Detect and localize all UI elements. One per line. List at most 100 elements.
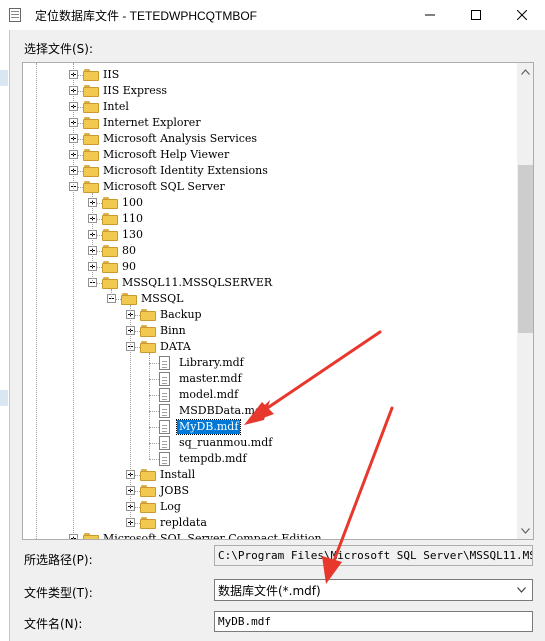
file-icon [159,436,170,450]
folder-icon [140,516,156,529]
tree-folder-item[interactable]: Microsoft Help Viewer [23,147,517,163]
tree-folder-item[interactable]: Microsoft SQL Server [23,179,517,195]
tree-item-label: MSSQL [141,292,184,305]
tree-item-label: Microsoft SQL Server Compact Edition [103,532,322,539]
file-tree[interactable]: IIS IIS Express Intel Internet Explorer Micr… [23,63,517,539]
close-button[interactable] [499,0,545,30]
dropdown-button[interactable] [513,580,530,600]
tree-connector [149,459,159,460]
tree-item-label: MSSQL11.MSSQLSERVER [122,276,273,289]
file-tree-panel[interactable]: IIS IIS Express Intel Internet Explorer Micr… [22,62,534,540]
tree-connector [149,443,159,444]
maximize-button[interactable] [453,0,499,30]
tree-folder-item[interactable]: Intel [23,99,517,115]
tree-file-item[interactable]: master.mdf [23,371,517,387]
minimize-button[interactable] [407,0,453,30]
tree-folder-item[interactable]: JOBS [23,483,517,499]
tree-item-label: Log [160,500,181,513]
selected-path-label: 所选路径(P): [24,553,93,567]
tree-folder-item[interactable]: Install [23,467,517,483]
tree-item-label: Microsoft Help Viewer [103,148,230,161]
tree-item-label: Internet Explorer [103,116,201,129]
file-icon [159,420,170,434]
minimize-icon [425,14,435,16]
file-type-label: 文件类型(T): [24,586,93,600]
tree-file-item[interactable]: Library.mdf [23,355,517,371]
tree-item-label: IIS [103,68,120,81]
tree-folder-item[interactable]: 130 [23,227,517,243]
tree-connector [73,63,74,539]
tree-item-label: Install [160,468,196,481]
file-icon [159,372,170,386]
folder-icon [140,324,156,337]
tree-folder-item[interactable]: Log [23,499,517,515]
selected-path-field[interactable]: C:\Program Files\Microsoft SQL Server\MS… [214,545,533,566]
tree-folder-item[interactable]: repldata [23,515,517,531]
tree-folder-item[interactable]: Internet Explorer [23,115,517,131]
tree-file-item[interactable]: sq_ruanmou.mdf [23,435,517,451]
tree-folder-item[interactable]: IIS [23,67,517,83]
window-title: 定位数据库文件 - TETEDWPHCQTMBOF [35,9,257,23]
scroll-up-button[interactable] [517,63,533,80]
tree-file-item[interactable]: model.mdf [23,387,517,403]
tree-connector [149,395,159,396]
tree-folder-item[interactable]: 90 [23,259,517,275]
title-bar[interactable]: 定位数据库文件 - TETEDWPHCQTMBOF [0,0,545,30]
folder-icon [102,228,118,241]
file-type-select[interactable]: 数据库文件(*.mdf) [214,579,533,601]
tree-folder-item[interactable]: 80 [23,243,517,259]
file-type-value: 数据库文件(*.mdf) [218,584,321,598]
folder-icon [140,308,156,321]
tree-connector [149,379,159,380]
tree-item-label: model.mdf [179,388,239,401]
tree-folder-item[interactable]: Microsoft Analysis Services [23,131,517,147]
tree-folder-item[interactable]: Binn [23,323,517,339]
tree-folder-item[interactable]: MSSQL [23,291,517,307]
tree-folder-item[interactable]: IIS Express [23,83,517,99]
tree-item-label: 110 [122,212,143,225]
tree-connector [149,427,159,428]
tree-folder-item[interactable]: Microsoft SQL Server Compact Edition [23,531,517,539]
tree-item-label: IIS Express [103,84,168,97]
folder-icon [83,84,99,97]
folder-icon [140,340,156,353]
vertical-scrollbar[interactable] [517,63,533,539]
folder-icon [102,212,118,225]
tree-folder-item[interactable]: 110 [23,211,517,227]
tree-connector [130,305,131,523]
folder-icon [102,260,118,273]
scroll-thumb[interactable] [518,165,533,333]
chevron-down-icon [521,527,530,534]
tree-item-label: JOBS [160,484,190,497]
folder-icon [140,468,156,481]
background-window-edge [0,30,10,641]
tree-item-label: sq_ruanmou.mdf [179,436,273,449]
file-name-label: 文件名(N): [24,617,83,631]
file-icon [159,452,170,466]
tree-item-label: 90 [122,260,136,273]
tree-folder-item[interactable]: DATA [23,339,517,355]
file-name-input[interactable]: MyDB.mdf [214,611,533,632]
tree-item-label: Microsoft Analysis Services [103,132,258,145]
tree-file-item[interactable]: MyDB.mdf [23,419,517,435]
tree-item-label: 80 [122,244,136,257]
tree-connector [149,353,150,459]
tree-item-label: Intel [103,100,129,113]
tree-folder-item[interactable]: Microsoft Identity Extensions [23,163,517,179]
tree-item-label: MSDBData.mdf [179,404,267,417]
tree-file-item[interactable]: tempdb.mdf [23,451,517,467]
tree-connector [149,363,159,364]
tree-folder-item[interactable]: 100 [23,195,517,211]
tree-file-item[interactable]: MSDBData.mdf [23,403,517,419]
maximize-icon [471,10,481,20]
folder-icon [121,292,137,305]
tree-folder-item[interactable]: Backup [23,307,517,323]
file-icon [159,356,170,370]
tree-item-label: Binn [160,324,186,337]
folder-icon [83,116,99,129]
folder-icon [83,180,99,193]
tree-folder-item[interactable]: MSSQL11.MSSQLSERVER [23,275,517,291]
database-file-icon [9,8,21,22]
scroll-down-button[interactable] [517,522,533,539]
tree-item-label: Backup [160,308,202,321]
